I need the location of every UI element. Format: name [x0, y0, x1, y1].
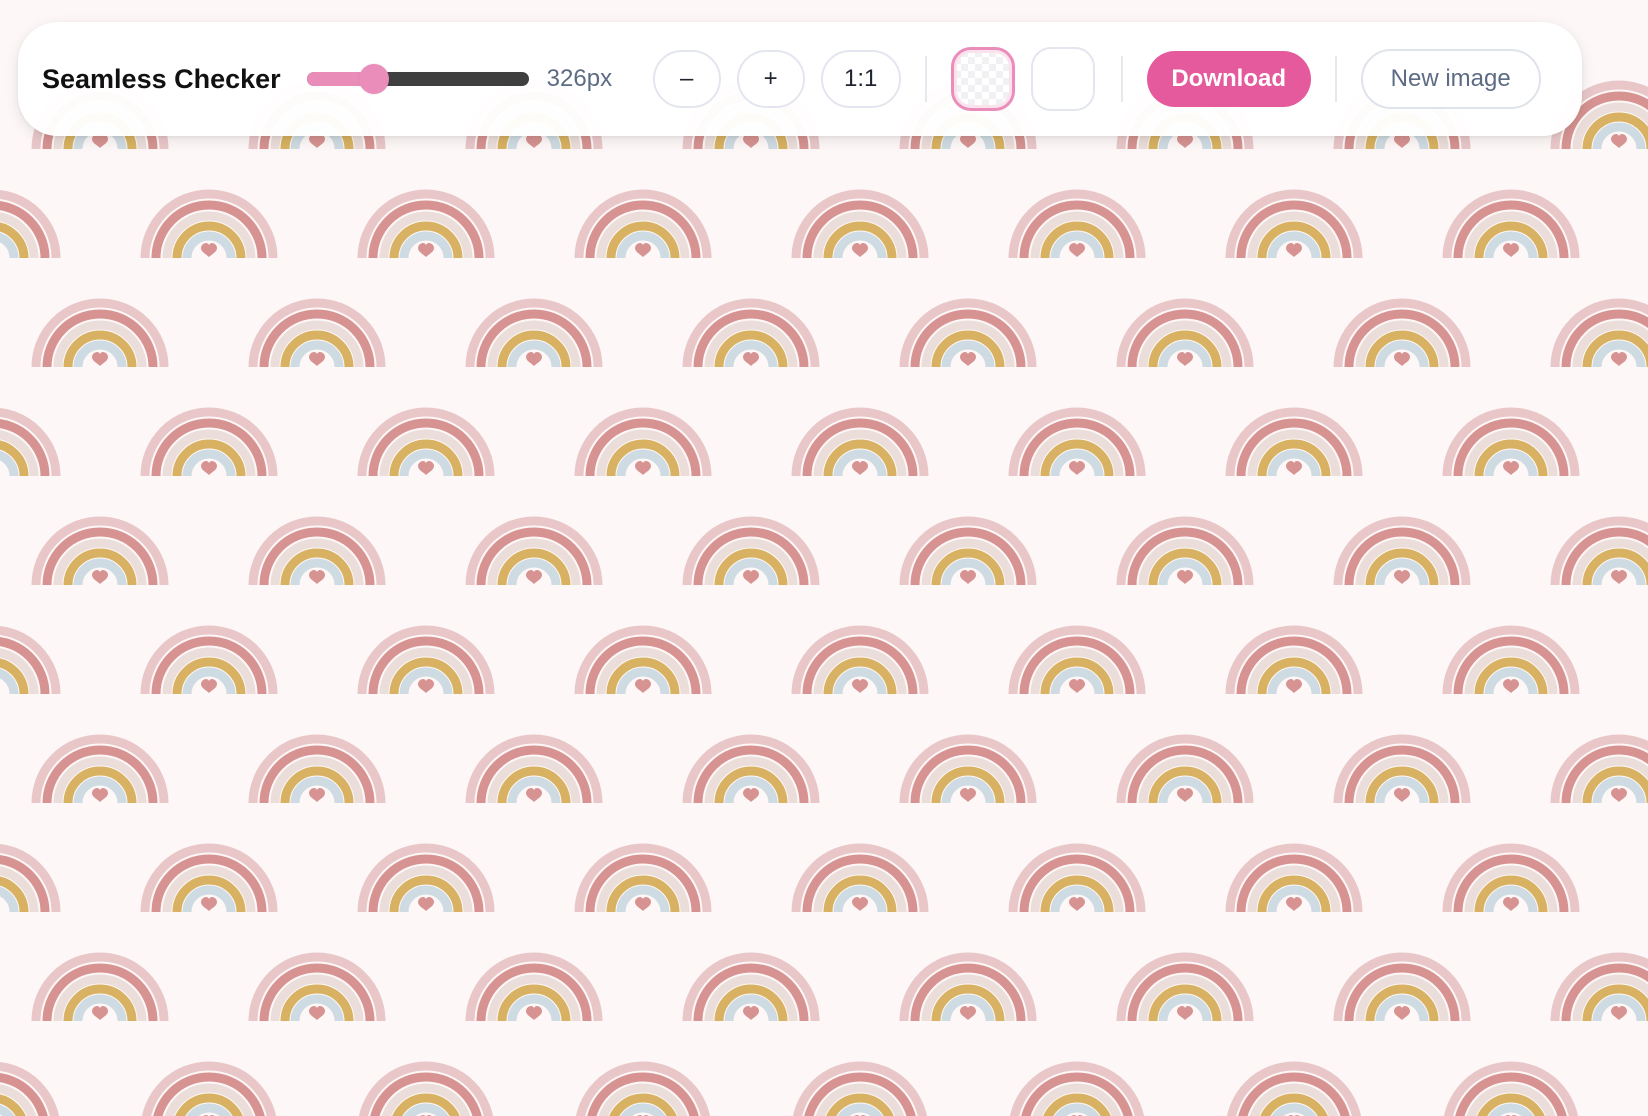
rainbow-tile — [579, 194, 707, 258]
rainbow-tile — [1338, 739, 1466, 803]
rainbow-tile — [1555, 303, 1648, 367]
slider-thumb[interactable] — [359, 64, 390, 94]
rainbow-tile — [0, 848, 56, 912]
rainbow-tile — [145, 630, 273, 694]
rainbow-tile — [1447, 630, 1575, 694]
rainbow-tile — [36, 521, 164, 585]
rainbow-tile — [470, 739, 598, 803]
rainbow-tile — [362, 848, 490, 912]
rainbow-tile — [470, 957, 598, 1021]
rainbow-tile — [1013, 848, 1141, 912]
zoom-out-button[interactable]: – — [652, 50, 721, 108]
rainbow-tile — [687, 957, 815, 1021]
toolbar: Seamless Checker 326px – + 1:1 Download … — [18, 22, 1582, 136]
rainbow-tile — [362, 1066, 490, 1116]
rainbow-tile — [36, 303, 164, 367]
rainbow-tile — [145, 412, 273, 476]
rainbow-tile — [1555, 739, 1648, 803]
rainbow-tile — [687, 739, 815, 803]
rainbow-tile — [1338, 957, 1466, 1021]
rainbow-tile — [1447, 848, 1575, 912]
rainbow-tile — [362, 194, 490, 258]
rainbow-tile — [253, 303, 381, 367]
rainbow-tile — [796, 848, 924, 912]
rainbow-tile — [1447, 412, 1575, 476]
new-image-button[interactable]: New image — [1360, 49, 1541, 109]
app-title: Seamless Checker — [42, 63, 281, 94]
rainbow-tile — [0, 412, 56, 476]
rainbow-tile — [1555, 521, 1648, 585]
rainbow-tile — [796, 1066, 924, 1116]
rainbow-tile — [1121, 521, 1249, 585]
rainbow-tile — [1447, 1066, 1575, 1116]
rainbow-tile — [579, 848, 707, 912]
rainbow-tile — [253, 521, 381, 585]
rainbow-tile — [1121, 303, 1249, 367]
rainbow-tile — [904, 303, 1032, 367]
checkerboard-background-swatch[interactable] — [950, 47, 1015, 111]
rainbow-tile — [904, 739, 1032, 803]
rainbow-tile — [579, 1066, 707, 1116]
rainbow-tile — [1121, 739, 1249, 803]
tile-size-slider[interactable] — [306, 64, 529, 94]
rainbow-tile — [1230, 412, 1358, 476]
download-button[interactable]: Download — [1146, 51, 1311, 107]
rainbow-tile — [145, 194, 273, 258]
rainbow-tile — [579, 630, 707, 694]
rainbow-tile — [470, 521, 598, 585]
rainbow-tile — [1013, 1066, 1141, 1116]
rainbow-tile — [145, 1066, 273, 1116]
rainbow-tile — [470, 303, 598, 367]
toolbar-divider — [1120, 56, 1123, 102]
pattern-tiles — [0, 0, 1648, 1116]
rainbow-tile — [1013, 194, 1141, 258]
rainbow-tile — [687, 303, 815, 367]
rainbow-tile — [36, 957, 164, 1021]
rainbow-tile — [796, 630, 924, 694]
rainbow-tile — [1230, 194, 1358, 258]
white-background-swatch[interactable] — [1030, 47, 1095, 111]
rainbow-tile — [253, 957, 381, 1021]
rainbow-tile — [1013, 630, 1141, 694]
rainbow-tile — [0, 1066, 56, 1116]
rainbow-tile — [1230, 1066, 1358, 1116]
rainbow-tile — [796, 194, 924, 258]
rainbow-tile — [0, 630, 56, 694]
actual-size-button[interactable]: 1:1 — [820, 50, 901, 108]
rainbow-tile — [145, 848, 273, 912]
rainbow-tile — [1121, 957, 1249, 1021]
rainbow-tile — [1013, 412, 1141, 476]
rainbow-tile — [796, 412, 924, 476]
rainbow-tile — [253, 739, 381, 803]
rainbow-tile — [1230, 630, 1358, 694]
zoom-in-button[interactable]: + — [736, 50, 805, 108]
rainbow-tile — [0, 194, 56, 258]
pattern-preview-canvas — [0, 0, 1648, 1116]
rainbow-tile — [362, 412, 490, 476]
toolbar-divider — [1334, 56, 1337, 102]
rainbow-tile — [1230, 848, 1358, 912]
rainbow-tile — [1447, 194, 1575, 258]
rainbow-tile — [579, 412, 707, 476]
rainbow-tile — [1555, 957, 1648, 1021]
rainbow-tile — [1338, 303, 1466, 367]
rainbow-tile — [36, 739, 164, 803]
toolbar-divider — [924, 56, 927, 102]
tile-size-readout: 326px — [546, 65, 613, 92]
rainbow-tile — [687, 521, 815, 585]
rainbow-tile — [904, 957, 1032, 1021]
rainbow-tile — [1338, 521, 1466, 585]
rainbow-tile — [904, 521, 1032, 585]
rainbow-tile — [362, 630, 490, 694]
